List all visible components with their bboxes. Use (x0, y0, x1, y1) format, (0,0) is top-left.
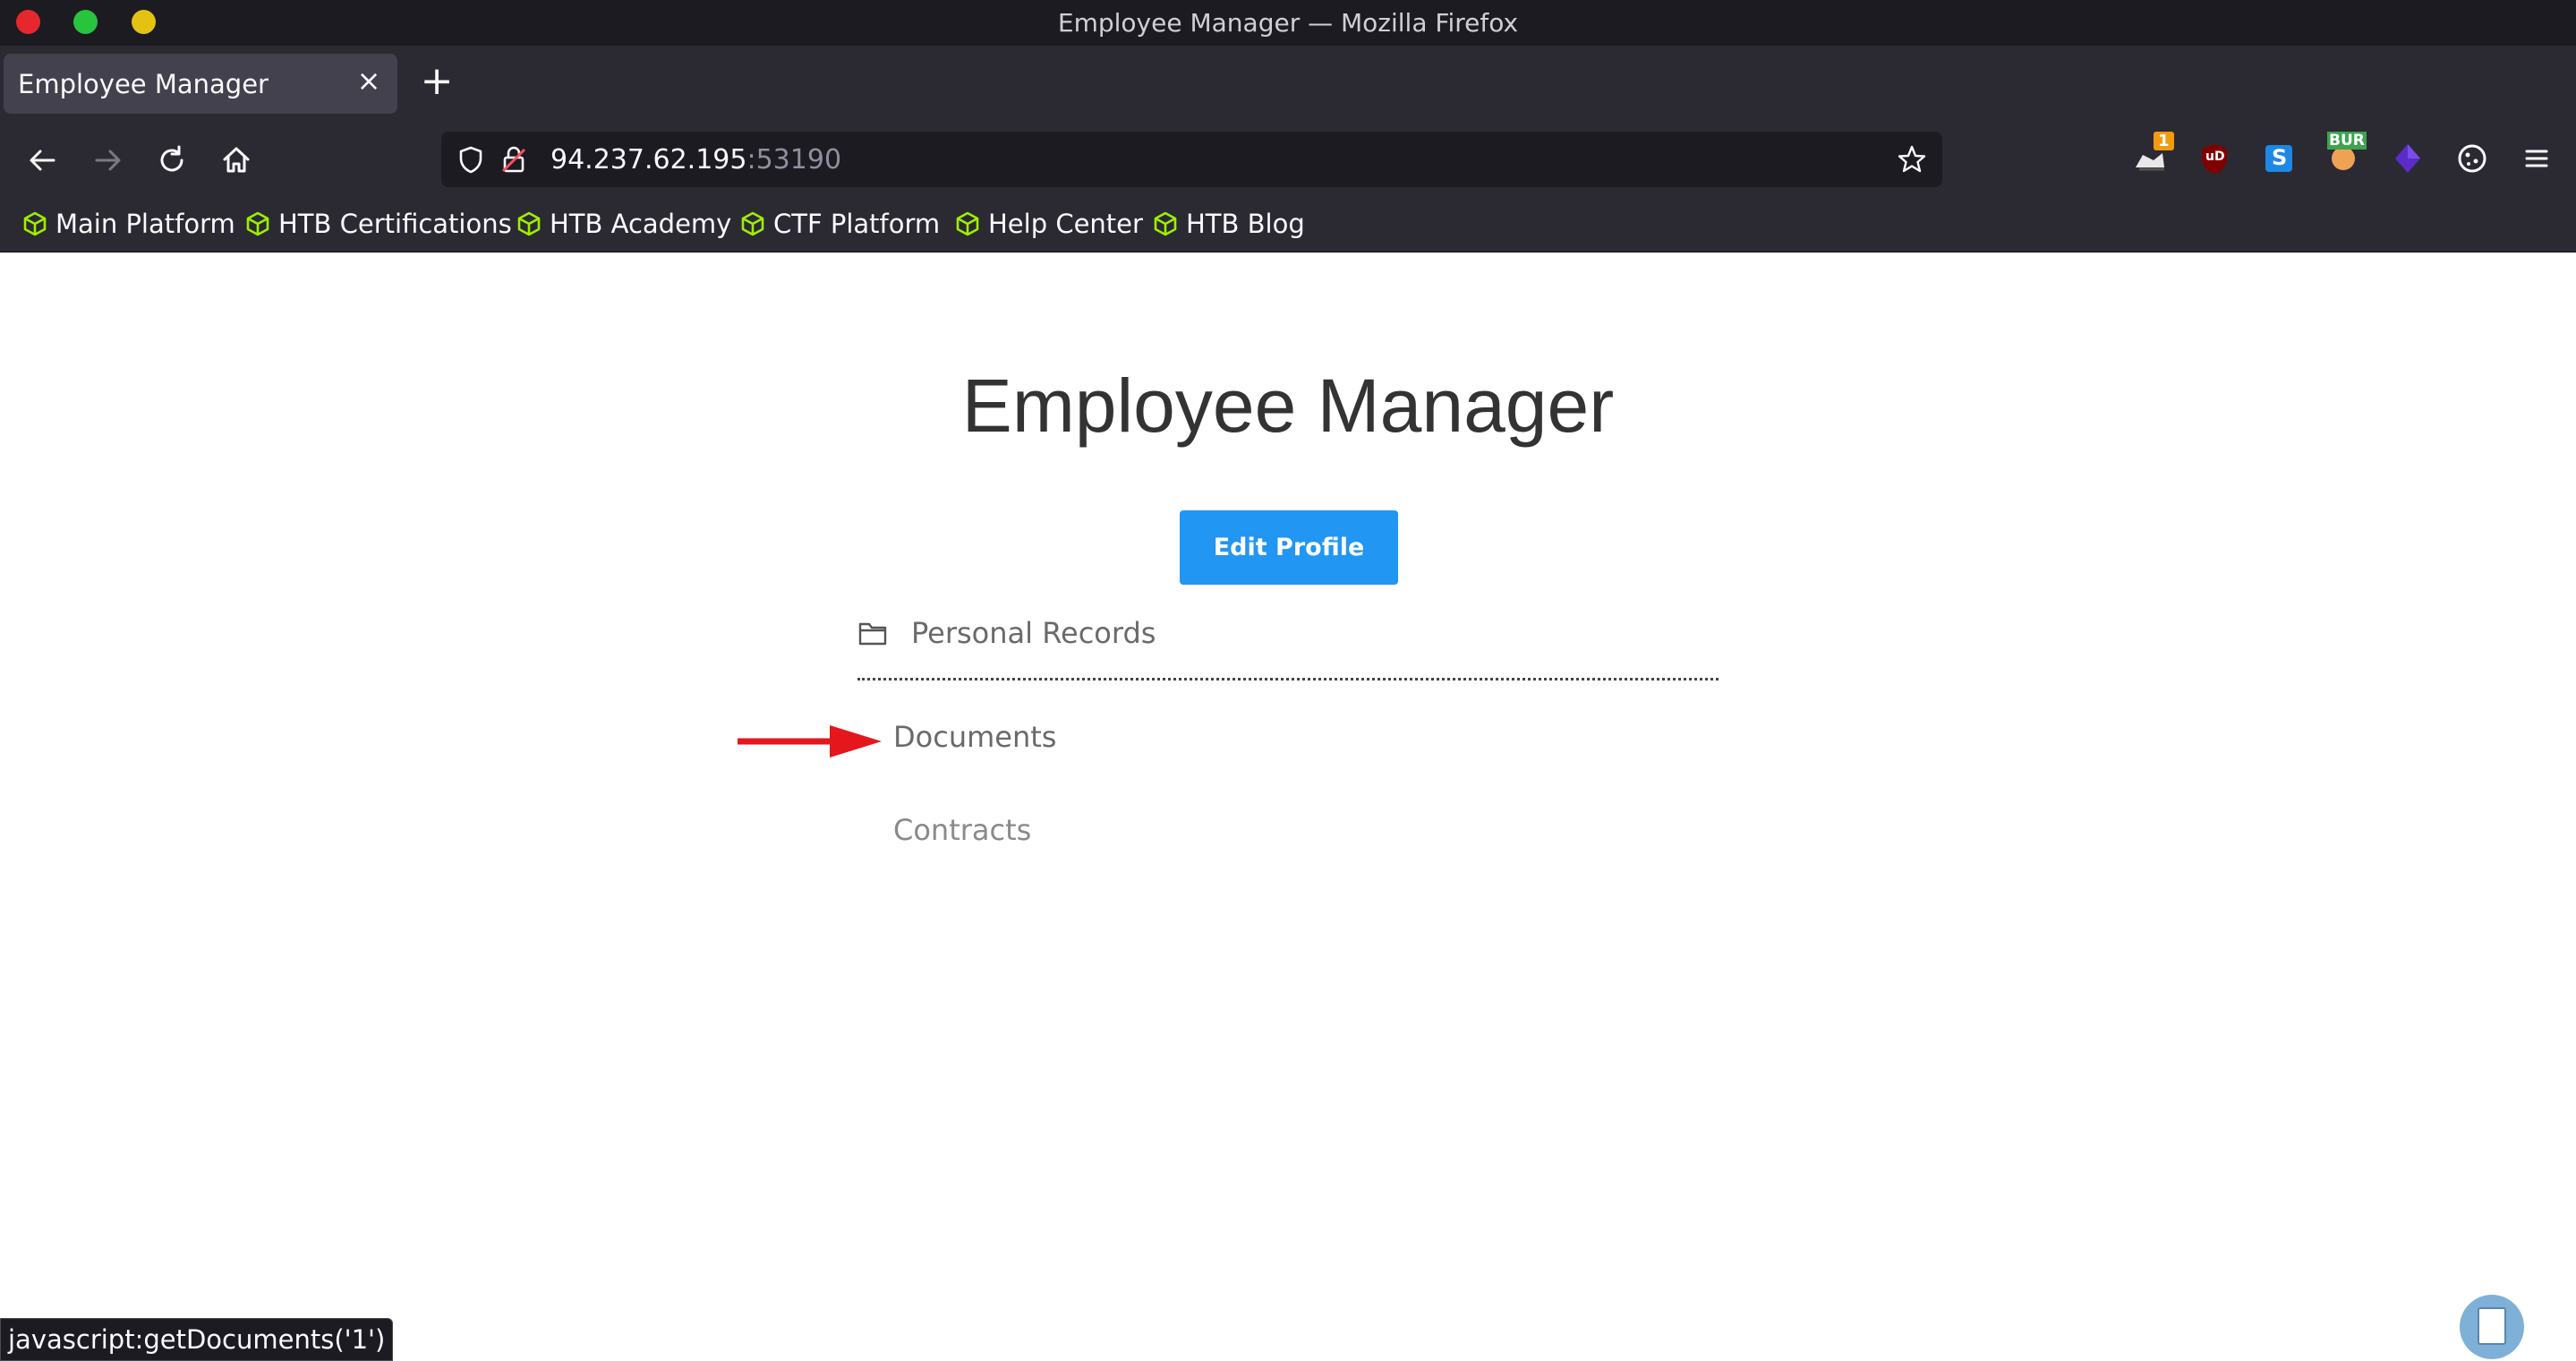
tab-title: Employee Manager (18, 69, 269, 99)
s-extension-label: S (2272, 145, 2288, 170)
bookmark-htb-certifications[interactable]: HTB Certifications (244, 205, 512, 243)
bookmark-ctf-platform[interactable]: CTF Platform (739, 205, 940, 243)
back-button[interactable] (23, 141, 63, 180)
tab-close-icon[interactable]: × (353, 63, 385, 98)
htb-cube-icon (246, 211, 269, 236)
bookmark-htb-blog[interactable]: HTB Blog (1152, 205, 1305, 243)
personal-records-label: Personal Records (911, 616, 1156, 650)
hamburger-menu-icon (2525, 150, 2548, 167)
notification-badge: 1 (2154, 132, 2174, 150)
window-titlebar: Employee Manager — Mozilla Firefox (0, 0, 2576, 46)
bookmark-label: Main Platform (55, 209, 235, 239)
app-menu-button[interactable] (2515, 137, 2558, 180)
htb-cube-icon (741, 211, 764, 236)
edit-profile-button[interactable]: Edit Profile (1180, 510, 1398, 585)
personal-records-heading[interactable]: Personal Records (857, 612, 1156, 654)
home-icon (223, 147, 250, 173)
s-extension-icon[interactable]: S (2257, 137, 2300, 180)
purple-extension-icon[interactable] (2386, 137, 2429, 180)
reload-icon (160, 145, 183, 172)
tab-employee-manager[interactable]: Employee Manager × (4, 54, 397, 114)
url-host: 94.237.62.195 (550, 144, 747, 175)
htb-cube-icon (23, 211, 47, 236)
page-title: Employee Manager (961, 364, 1615, 448)
bookmarks-toolbar: Main Platform HTB Certifications HTB Aca… (0, 196, 2576, 253)
url-text[interactable]: 94.237.62.195:53190 (550, 144, 841, 175)
url-port: :53190 (746, 144, 842, 175)
ublock-extension-icon[interactable]: uD (2193, 137, 2236, 180)
star-icon[interactable] (1896, 143, 1928, 175)
burp-extension-icon[interactable]: BUR (2322, 132, 2367, 175)
clipboard-icon (2478, 1307, 2506, 1345)
new-tab-button[interactable]: + (415, 62, 458, 105)
arrow-left-icon (30, 150, 55, 171)
bookmark-label: HTB Certifications (278, 209, 512, 239)
htb-cube-icon (1154, 211, 1177, 236)
bookmark-help-center[interactable]: Help Center (954, 205, 1143, 243)
shield-icon[interactable] (456, 144, 486, 175)
bookmark-label: Help Center (988, 209, 1143, 239)
cookie-icon (2458, 144, 2486, 173)
address-bar[interactable]: 94.237.62.195:53190 (441, 132, 1942, 187)
navigation-toolbar: 94.237.62.195:53190 1 uD S BUR (0, 123, 2576, 196)
cookie-extension-icon[interactable] (2451, 137, 2494, 180)
clipboard-widget[interactable] (2460, 1295, 2524, 1359)
purple-diamond-icon (2395, 144, 2420, 173)
section-divider (857, 678, 1719, 680)
home-button[interactable] (217, 141, 256, 180)
reload-button[interactable] (152, 141, 192, 180)
htb-cube-icon (956, 211, 979, 236)
folder-icon (858, 622, 887, 646)
lock-insecure-icon[interactable] (499, 144, 529, 175)
foxyproxy-extension-icon[interactable]: 1 (2128, 132, 2174, 180)
tab-strip: Employee Manager × + (0, 46, 2576, 123)
forward-button[interactable] (88, 141, 127, 180)
bookmark-label: HTB Academy (550, 209, 732, 239)
htb-cube-icon (517, 211, 541, 236)
red-annotation-arrow-icon (738, 725, 882, 758)
bookmark-htb-academy[interactable]: HTB Academy (516, 205, 731, 243)
burp-label: BUR (2327, 132, 2367, 150)
status-bar: javascript:getDocuments('1') (0, 1318, 394, 1361)
bookmark-label: HTB Blog (1186, 209, 1305, 239)
arrow-right-icon (95, 150, 121, 171)
bookmark-label: CTF Platform (773, 209, 941, 239)
contracts-link[interactable]: Contracts (893, 813, 1031, 847)
documents-link[interactable]: Documents (893, 720, 1056, 754)
window-title: Employee Manager — Mozilla Firefox (1057, 8, 1519, 38)
ublock-label: uD (2205, 150, 2225, 164)
bookmark-main-platform[interactable]: Main Platform (21, 205, 235, 243)
